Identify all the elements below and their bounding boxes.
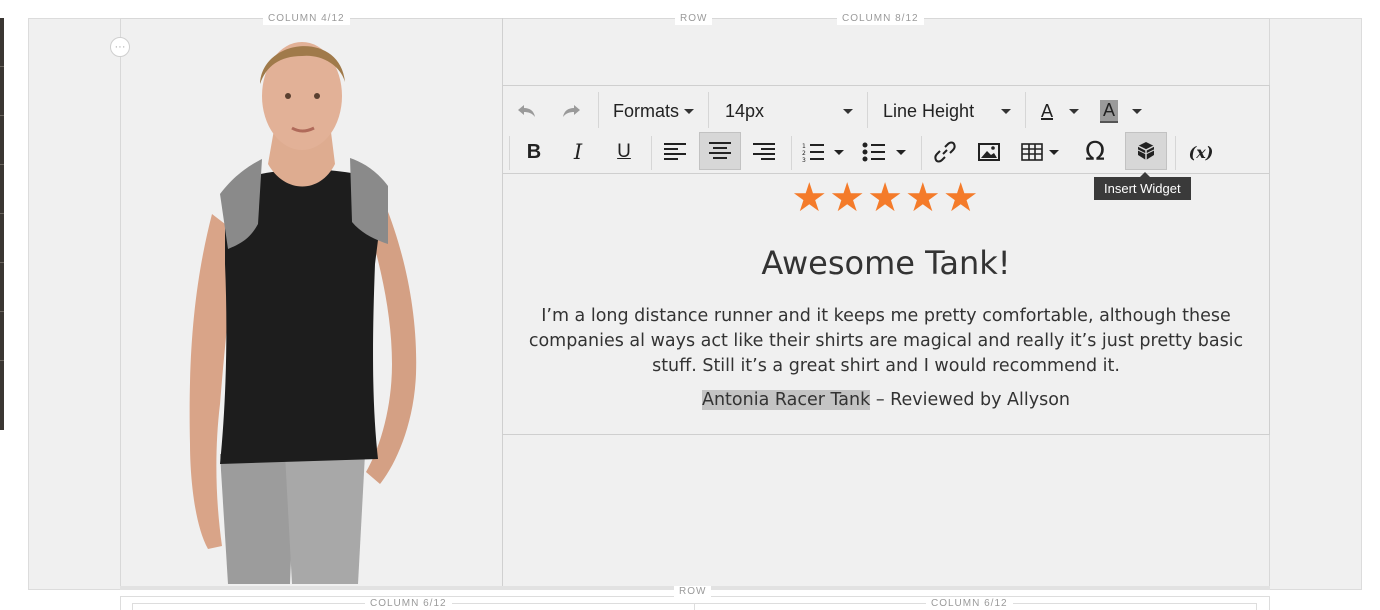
editor-toolbar: Formats 14px Line Height A A B I U 1 2 3… (503, 86, 1269, 174)
toolbar-separator (921, 136, 922, 170)
svg-text:2: 2 (802, 150, 806, 157)
product-name-selection[interactable]: Antonia Racer Tank (701, 390, 871, 410)
align-right-icon[interactable] (747, 134, 781, 170)
chevron-down-icon (1001, 108, 1011, 114)
redo-icon[interactable] (557, 96, 585, 126)
chevron-down-icon (843, 108, 853, 114)
font-size-dropdown[interactable]: 14px (725, 96, 853, 126)
underline-button[interactable]: U (609, 136, 639, 168)
chevron-down-icon (684, 108, 695, 114)
review-title: Awesome Tank! (761, 244, 1011, 282)
column-right-tag: COLUMN 8/12 (837, 13, 924, 25)
italic-button[interactable]: I (563, 136, 593, 168)
svg-text:1: 1 (802, 143, 806, 150)
row-tag: ROW (675, 13, 713, 25)
font-size-value: 14px (725, 100, 765, 121)
toolbar-separator (1175, 136, 1176, 170)
align-left-icon[interactable] (658, 134, 692, 170)
toolbar-separator (1025, 92, 1026, 128)
link-icon[interactable] (929, 134, 961, 170)
align-center-icon[interactable] (699, 132, 741, 170)
insert-variable-button[interactable]: (x) (1183, 134, 1219, 170)
numbered-list-icon[interactable]: 123 (799, 134, 847, 170)
chevron-down-icon (1132, 108, 1143, 114)
product-image (189, 42, 417, 584)
more-options-handle[interactable]: ··· (110, 37, 130, 57)
text-color-button[interactable]: A (1041, 96, 1080, 126)
special-character-button[interactable]: Ω (1079, 134, 1111, 170)
line-height-dropdown[interactable]: Line Height (883, 96, 1011, 126)
column-divider (694, 603, 695, 610)
insert-widget-icon[interactable] (1125, 132, 1167, 170)
undo-icon[interactable] (513, 96, 541, 126)
toolbar-separator (791, 136, 792, 170)
table-icon[interactable] (1019, 134, 1063, 170)
left-edge-strip (0, 18, 4, 430)
bullet-list-icon[interactable] (859, 134, 909, 170)
text-color-icon: A (1041, 100, 1054, 121)
column-bottom-left-tag: COLUMN 6/12 (365, 598, 452, 610)
toolbar-separator (708, 92, 709, 128)
review-body: I’m a long distance runner and it keeps … (528, 306, 1244, 376)
toolbar-separator (867, 92, 868, 128)
formats-label: Formats (613, 100, 680, 121)
chevron-down-icon (1069, 108, 1080, 114)
reviewer-text: – Reviewed by Allyson (870, 390, 1070, 410)
formats-dropdown[interactable]: Formats (613, 96, 695, 126)
review-byline: Antonia Racer Tank – Reviewed by Allyson (503, 390, 1269, 410)
row-bottom-tag: ROW (674, 586, 712, 598)
line-height-label: Line Height (883, 100, 975, 121)
background-color-button[interactable]: A (1100, 96, 1143, 126)
insert-widget-tooltip: Insert Widget (1094, 172, 1191, 200)
toolbar-separator (509, 136, 510, 170)
background-color-icon: A (1100, 99, 1119, 123)
svg-text:3: 3 (802, 157, 806, 162)
image-icon[interactable] (973, 134, 1005, 170)
column-bottom-right-tag: COLUMN 6/12 (926, 598, 1013, 610)
bold-button[interactable]: B (519, 136, 549, 168)
toolbar-separator (598, 92, 599, 128)
toolbar-separator (651, 136, 652, 170)
wysiwyg-editor[interactable]: Formats 14px Line Height A A B I U 1 2 3… (502, 85, 1270, 435)
